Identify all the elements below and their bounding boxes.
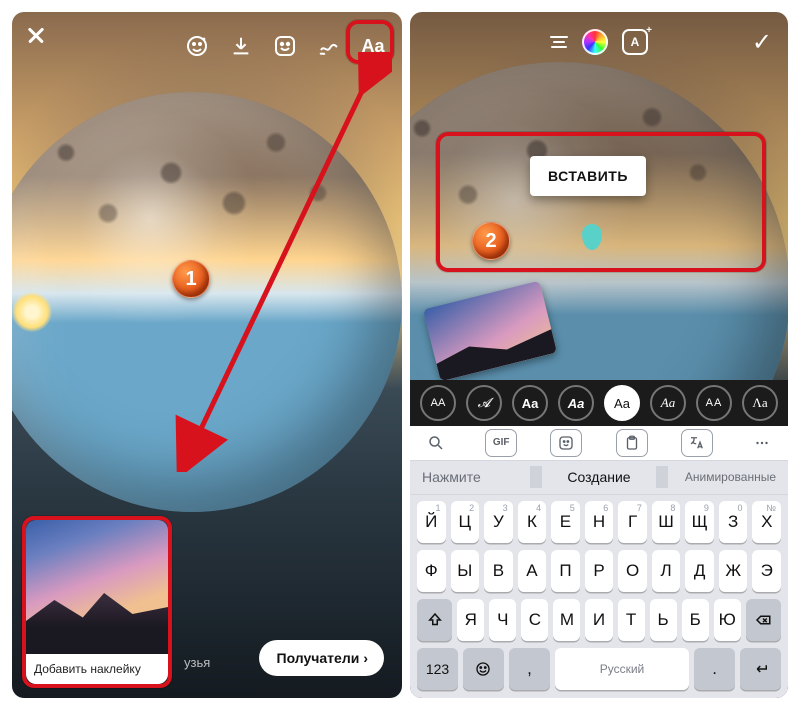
key[interactable]: Ч <box>489 599 516 641</box>
comma-key[interactable]: , <box>509 648 550 690</box>
recipients-button[interactable]: Получатели › <box>259 640 385 676</box>
suggestion-item[interactable]: Анимированные <box>668 470 788 484</box>
key[interactable]: В <box>484 550 513 592</box>
text-edit-toolbar: A ✓ <box>410 24 788 60</box>
font-chip[interactable]: AA <box>696 385 732 421</box>
suggestion-item[interactable]: Нажмите <box>410 469 530 485</box>
key[interactable]: У3 <box>484 501 513 543</box>
chevron-right-icon: › <box>363 650 368 666</box>
shift-key[interactable] <box>417 599 452 641</box>
font-chip[interactable]: Λа <box>742 385 778 421</box>
font-style-bar: AA 𝓐 Aa Aa Aa Aa AA Λа <box>410 380 788 426</box>
font-chip[interactable]: AA <box>420 385 456 421</box>
key[interactable]: Ф <box>417 550 446 592</box>
font-chip[interactable]: Aa <box>604 385 640 421</box>
font-chip[interactable]: Aa <box>650 385 686 421</box>
key[interactable]: Ю <box>714 599 741 641</box>
story-editor-screen: Aa узья Получатели › Добавить наклейку 1 <box>12 12 402 698</box>
key[interactable]: Х№ <box>752 501 781 543</box>
text-effects-icon[interactable]: A <box>622 29 648 55</box>
emoji-key[interactable] <box>463 648 504 690</box>
symbols-key[interactable]: 123 <box>417 648 458 690</box>
backspace-key[interactable] <box>746 599 781 641</box>
key[interactable]: З0 <box>719 501 748 543</box>
key[interactable]: Я <box>457 599 484 641</box>
key[interactable]: Щ9 <box>685 501 714 543</box>
key[interactable]: Р <box>585 550 614 592</box>
key[interactable]: О <box>618 550 647 592</box>
font-chip[interactable]: Aa <box>558 385 594 421</box>
gif-button[interactable]: GIF <box>485 429 517 457</box>
key[interactable]: Л <box>652 550 681 592</box>
key[interactable]: Т <box>618 599 645 641</box>
kb-sticker-icon[interactable] <box>550 429 582 457</box>
close-icon[interactable] <box>26 34 50 58</box>
translate-icon[interactable] <box>681 429 713 457</box>
key[interactable]: И <box>585 599 612 641</box>
more-icon[interactable] <box>746 429 778 457</box>
key[interactable]: Н6 <box>585 501 614 543</box>
add-sticker-popup[interactable]: Добавить наклейку <box>26 520 168 684</box>
key[interactable]: А <box>518 550 547 592</box>
key[interactable]: С <box>521 599 548 641</box>
key[interactable]: Г7 <box>618 501 647 543</box>
key[interactable]: Ь <box>650 599 677 641</box>
color-picker-icon[interactable] <box>582 29 608 55</box>
annotation-marker: 1 <box>172 260 210 298</box>
key[interactable]: Б <box>682 599 709 641</box>
font-chip[interactable]: 𝓐 <box>466 385 502 421</box>
key-grid: Й1Ц2У3К4Е5Н6Г7Ш8Щ9З0Х№ ФЫВАПРОЛДЖЭ ЯЧСМИ… <box>410 495 788 698</box>
key[interactable]: Ж <box>719 550 748 592</box>
key[interactable]: П <box>551 550 580 592</box>
suggestion-item[interactable]: Создание <box>542 469 656 485</box>
key[interactable]: К4 <box>518 501 547 543</box>
key[interactable]: М <box>553 599 580 641</box>
key[interactable]: Ш8 <box>652 501 681 543</box>
keyboard: GIF Нажмите Создание Анимированные Й1Ц2У… <box>410 426 788 698</box>
text-entry-screen: A ✓ ВСТАВИТЬ AA 𝓐 Aa Aa Aa Aa AA Λа GIF Нажмите… <box>410 12 788 698</box>
annotation-marker: 2 <box>472 222 510 260</box>
partial-friends-label: узья <box>184 655 210 670</box>
key[interactable]: Д <box>685 550 714 592</box>
paste-context-menu[interactable]: ВСТАВИТЬ <box>530 156 646 196</box>
key[interactable]: Э <box>752 550 781 592</box>
key[interactable]: Е5 <box>551 501 580 543</box>
space-key[interactable]: Русский <box>555 648 689 690</box>
keyboard-toolstrip: GIF <box>410 426 788 461</box>
enter-key[interactable] <box>740 648 781 690</box>
suggestion-bar: Нажмите Создание Анимированные <box>410 461 788 496</box>
clipboard-icon[interactable] <box>616 429 648 457</box>
key[interactable]: Ц2 <box>451 501 480 543</box>
recipients-label: Получатели <box>277 650 360 666</box>
font-chip[interactable]: Aa <box>512 385 548 421</box>
done-button[interactable]: ✓ <box>752 28 772 57</box>
text-align-icon[interactable] <box>550 36 568 48</box>
key[interactable]: Й1 <box>417 501 446 543</box>
key[interactable]: Ы <box>451 550 480 592</box>
period-key[interactable]: . <box>694 648 735 690</box>
search-icon[interactable] <box>420 429 452 457</box>
paste-label: ВСТАВИТЬ <box>548 168 628 184</box>
add-sticker-label: Добавить наклейку <box>26 654 168 684</box>
